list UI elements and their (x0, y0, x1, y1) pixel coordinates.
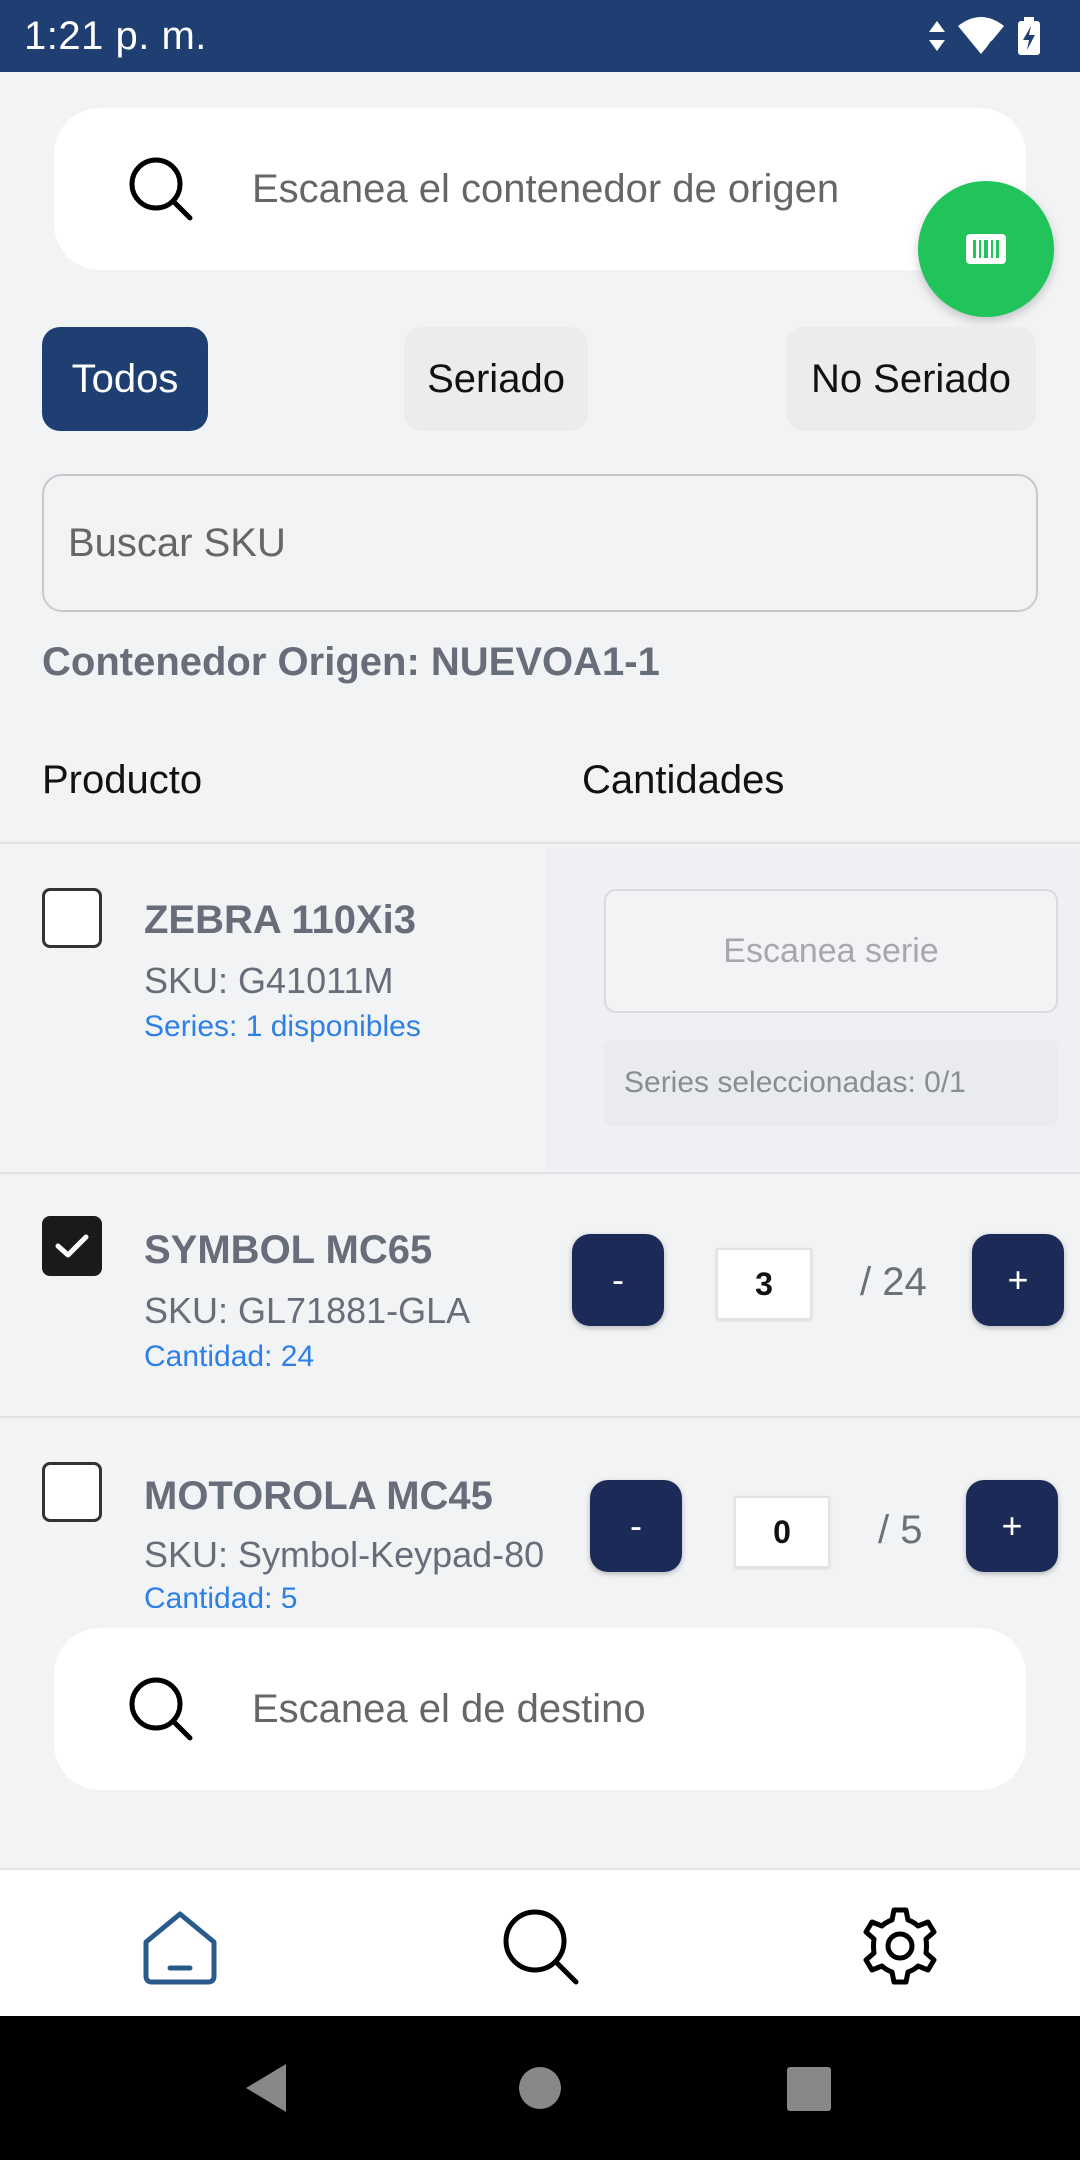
product-name: MOTOROLA MC45 (144, 1474, 493, 1518)
filter-no-seriado[interactable]: No Seriado (786, 327, 1036, 431)
divider (0, 842, 1080, 844)
status-time: 1:21 p. m. (24, 13, 207, 58)
home-icon[interactable] (140, 1906, 220, 1986)
destination-search-placeholder: Escanea el de destino (252, 1686, 646, 1731)
battery-charging-icon (1018, 17, 1040, 55)
signal-label: 4 (986, 39, 995, 56)
back-icon[interactable] (244, 2062, 288, 2114)
search-icon[interactable] (500, 1906, 580, 1986)
serial-selected-count: Series seleccionadas: 0/1 (604, 1040, 1058, 1126)
divider (0, 1172, 1080, 1174)
product-quantity-available: Cantidad: 24 (144, 1340, 315, 1373)
increment-button[interactable]: + (966, 1480, 1058, 1572)
quantity-field[interactable]: 0 (734, 1496, 830, 1568)
quantity-total: / 24 (860, 1260, 927, 1304)
sku-search-input[interactable]: Buscar SKU (42, 474, 1038, 612)
check-icon (55, 1234, 89, 1258)
filter-seriado[interactable]: Seriado (404, 327, 588, 431)
product-checkbox[interactable] (42, 888, 102, 948)
origin-search-bar[interactable]: Escanea el contenedor de origen (54, 108, 1026, 270)
increment-button[interactable]: + (972, 1234, 1064, 1326)
origin-container-label: Contenedor Origen: NUEVOA1-1 (42, 640, 660, 684)
scan-barcode-button[interactable] (918, 181, 1054, 317)
status-bar: 1:21 p. m. 4 (0, 0, 1080, 72)
product-name: ZEBRA 110Xi3 (144, 898, 416, 942)
column-header-product: Producto (42, 758, 203, 802)
recents-icon[interactable] (786, 2066, 832, 2112)
product-sku: SKU: Symbol-Keypad-80 (144, 1534, 545, 1575)
bottom-navigation (0, 1868, 1080, 2016)
column-header-quantities: Cantidades (582, 758, 785, 802)
quantity-field[interactable]: 3 (716, 1248, 812, 1320)
serial-scan-input[interactable]: Escanea serie (604, 889, 1058, 1013)
quantity-total: / 5 (878, 1508, 923, 1552)
destination-search-bar[interactable]: Escanea el de destino (54, 1628, 1026, 1790)
search-icon (129, 157, 193, 221)
wifi-icon: 4 (958, 17, 1004, 56)
home-circle-icon[interactable] (518, 2066, 562, 2110)
decrement-button[interactable]: - (572, 1234, 664, 1326)
system-navigation-bar (0, 2016, 1080, 2160)
origin-search-placeholder: Escanea el contenedor de origen (252, 166, 840, 211)
data-transfer-icon (929, 21, 945, 51)
barcode-icon (966, 234, 1006, 264)
product-name: SYMBOL MC65 (144, 1228, 433, 1272)
product-quantity-available: Cantidad: 5 (144, 1582, 298, 1608)
product-row-clip: MOTOROLA MC45 SKU: Symbol-Keypad-80 Cant… (0, 1418, 1080, 1608)
product-checkbox[interactable] (42, 1462, 102, 1522)
search-icon (129, 1677, 193, 1741)
filter-todos[interactable]: Todos (42, 327, 208, 431)
product-sku: SKU: G41011M (144, 960, 394, 1001)
decrement-button[interactable]: - (590, 1480, 682, 1572)
status-icons: 4 (928, 16, 1042, 56)
product-sku: SKU: GL71881-GLA (144, 1290, 471, 1331)
product-series-available[interactable]: Series: 1 disponibles (144, 1010, 421, 1044)
gear-icon[interactable] (860, 1906, 940, 1986)
product-checkbox[interactable] (42, 1216, 102, 1276)
